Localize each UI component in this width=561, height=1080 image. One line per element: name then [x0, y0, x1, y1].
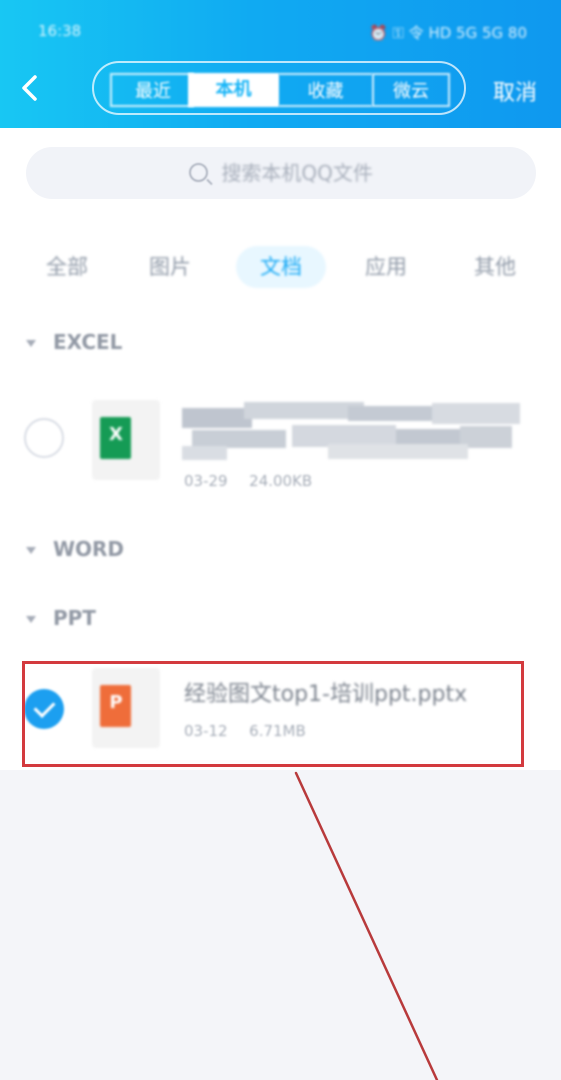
annotation-pointer-line — [294, 771, 439, 1080]
